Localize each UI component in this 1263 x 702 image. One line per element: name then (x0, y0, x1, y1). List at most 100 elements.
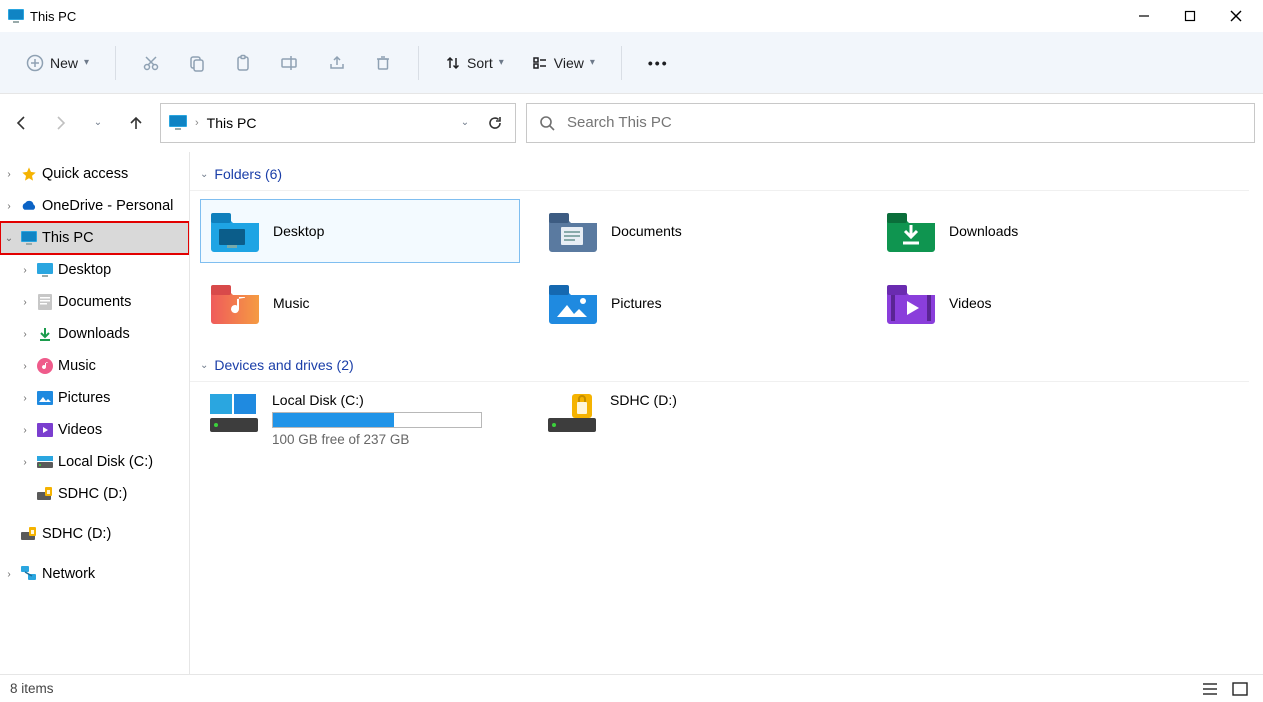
copy-icon (188, 54, 206, 72)
folder-documents[interactable]: Documents (538, 199, 858, 263)
delete-button[interactable] (364, 45, 402, 81)
sidebar-item-label: This PC (42, 230, 94, 246)
sidebar-item-this-pc[interactable]: ⌄ This PC (0, 222, 189, 254)
folder-label: Documents (611, 223, 682, 239)
chevron-right-icon[interactable]: › (18, 457, 32, 468)
sidebar-item-local-disk[interactable]: › Local Disk (C:) (0, 446, 189, 478)
clipboard-icon (234, 54, 252, 72)
view-button[interactable]: View ▾ (522, 45, 605, 81)
large-icons-view-button[interactable] (1227, 678, 1253, 700)
chevron-down-icon: ⌄ (200, 360, 208, 371)
downloads-folder-icon (885, 209, 937, 253)
address-dropdown[interactable]: ⌄ (455, 109, 475, 137)
more-button[interactable]: ••• (638, 45, 679, 81)
rename-button[interactable] (270, 45, 310, 81)
sd-lock-icon (36, 485, 54, 503)
sidebar-item-label: Music (58, 358, 96, 374)
address-location[interactable]: This PC (207, 115, 257, 131)
address-bar[interactable]: › This PC ⌄ (160, 103, 516, 143)
section-folders[interactable]: ⌄ Folders (6) (190, 162, 1249, 191)
sidebar-item-desktop[interactable]: › Desktop (0, 254, 189, 286)
drive-local-disk[interactable]: Local Disk (C:) 100 GB free of 237 GB (200, 390, 520, 462)
sidebar-item-documents[interactable]: › Documents (0, 286, 189, 318)
sidebar-item-onedrive[interactable]: › OneDrive - Personal (0, 190, 189, 222)
sidebar-item-downloads[interactable]: › Downloads (0, 318, 189, 350)
chevron-down-icon[interactable]: ⌄ (2, 233, 16, 244)
section-label: Devices and drives (2) (214, 357, 353, 373)
forward-button[interactable] (46, 109, 74, 137)
folder-videos[interactable]: Videos (876, 271, 1196, 335)
sidebar-item-label: Desktop (58, 262, 111, 278)
folder-label: Pictures (611, 295, 662, 311)
main: › Quick access › OneDrive - Personal ⌄ T… (0, 152, 1263, 674)
chevron-right-icon[interactable]: › (18, 425, 32, 436)
sidebar-item-label: Downloads (58, 326, 130, 342)
view-label: View (554, 55, 584, 71)
chevron-down-icon: ⌄ (94, 117, 102, 128)
videos-folder-icon (885, 281, 937, 325)
details-view-button[interactable] (1197, 678, 1223, 700)
divider (115, 46, 116, 80)
folder-music[interactable]: Music (200, 271, 520, 335)
search-box[interactable] (526, 103, 1255, 143)
chevron-right-icon[interactable]: › (18, 393, 32, 404)
chevron-right-icon[interactable]: › (18, 297, 32, 308)
sidebar-item-label: Pictures (58, 390, 110, 406)
folder-label: Downloads (949, 223, 1018, 239)
maximize-button[interactable] (1167, 0, 1213, 32)
cut-button[interactable] (132, 45, 170, 81)
rename-icon (280, 54, 300, 72)
drive-usage-bar (272, 412, 482, 428)
sidebar-item-label: Videos (58, 422, 102, 438)
back-button[interactable] (8, 109, 36, 137)
refresh-button[interactable] (483, 109, 507, 137)
sidebar-item-quick-access[interactable]: › Quick access (0, 158, 189, 190)
chevron-right-icon[interactable]: › (18, 361, 32, 372)
chevron-right-icon[interactable]: › (2, 169, 16, 180)
new-button[interactable]: New ▾ (16, 45, 99, 81)
chevron-right-icon[interactable]: › (2, 201, 16, 212)
folder-pictures[interactable]: Pictures (538, 271, 858, 335)
close-button[interactable] (1213, 0, 1259, 32)
folder-downloads[interactable]: Downloads (876, 199, 1196, 263)
sidebar-item-label: OneDrive - Personal (42, 198, 173, 214)
sidebar-item-music[interactable]: › Music (0, 350, 189, 382)
section-devices[interactable]: ⌄ Devices and drives (2) (190, 353, 1249, 382)
minimize-button[interactable] (1121, 0, 1167, 32)
sort-button[interactable]: Sort ▾ (435, 45, 514, 81)
sidebar-item-label: Local Disk (C:) (58, 454, 153, 470)
paste-button[interactable] (224, 45, 262, 81)
sidebar-item-sdhc-root[interactable]: SDHC (D:) (0, 518, 189, 550)
recent-button[interactable]: ⌄ (84, 109, 112, 137)
sd-lock-icon (546, 392, 598, 436)
status-bar: 8 items (0, 674, 1263, 702)
sort-icon (445, 55, 461, 71)
chevron-down-icon: ⌄ (461, 117, 469, 128)
up-button[interactable] (122, 109, 150, 137)
chevron-right-icon[interactable]: › (2, 569, 16, 580)
sidebar-item-sdhc[interactable]: SDHC (D:) (0, 478, 189, 510)
music-icon (36, 357, 54, 375)
folder-desktop[interactable]: Desktop (200, 199, 520, 263)
share-button[interactable] (318, 45, 356, 81)
music-folder-icon (209, 281, 261, 325)
chevron-right-icon[interactable]: › (18, 329, 32, 340)
sidebar-item-videos[interactable]: › Videos (0, 414, 189, 446)
view-icon (532, 55, 548, 71)
breadcrumb-sep: › (195, 117, 199, 129)
copy-button[interactable] (178, 45, 216, 81)
drive-sdhc[interactable]: SDHC (D:) (538, 390, 858, 462)
drive-name: SDHC (D:) (610, 392, 850, 408)
search-input[interactable] (567, 114, 1242, 131)
search-icon (539, 115, 555, 131)
chevron-right-icon[interactable]: › (18, 265, 32, 276)
folders-grid: Desktop Documents Downloads Music Pictur… (190, 191, 1253, 353)
download-icon (36, 325, 54, 343)
drive-icon (208, 392, 260, 436)
videos-icon (36, 421, 54, 439)
status-items: 8 items (10, 681, 54, 696)
nav-row: ⌄ › This PC ⌄ (0, 94, 1263, 152)
sidebar-item-pictures[interactable]: › Pictures (0, 382, 189, 414)
folder-label: Music (273, 295, 310, 311)
sidebar-item-network[interactable]: › Network (0, 558, 189, 590)
